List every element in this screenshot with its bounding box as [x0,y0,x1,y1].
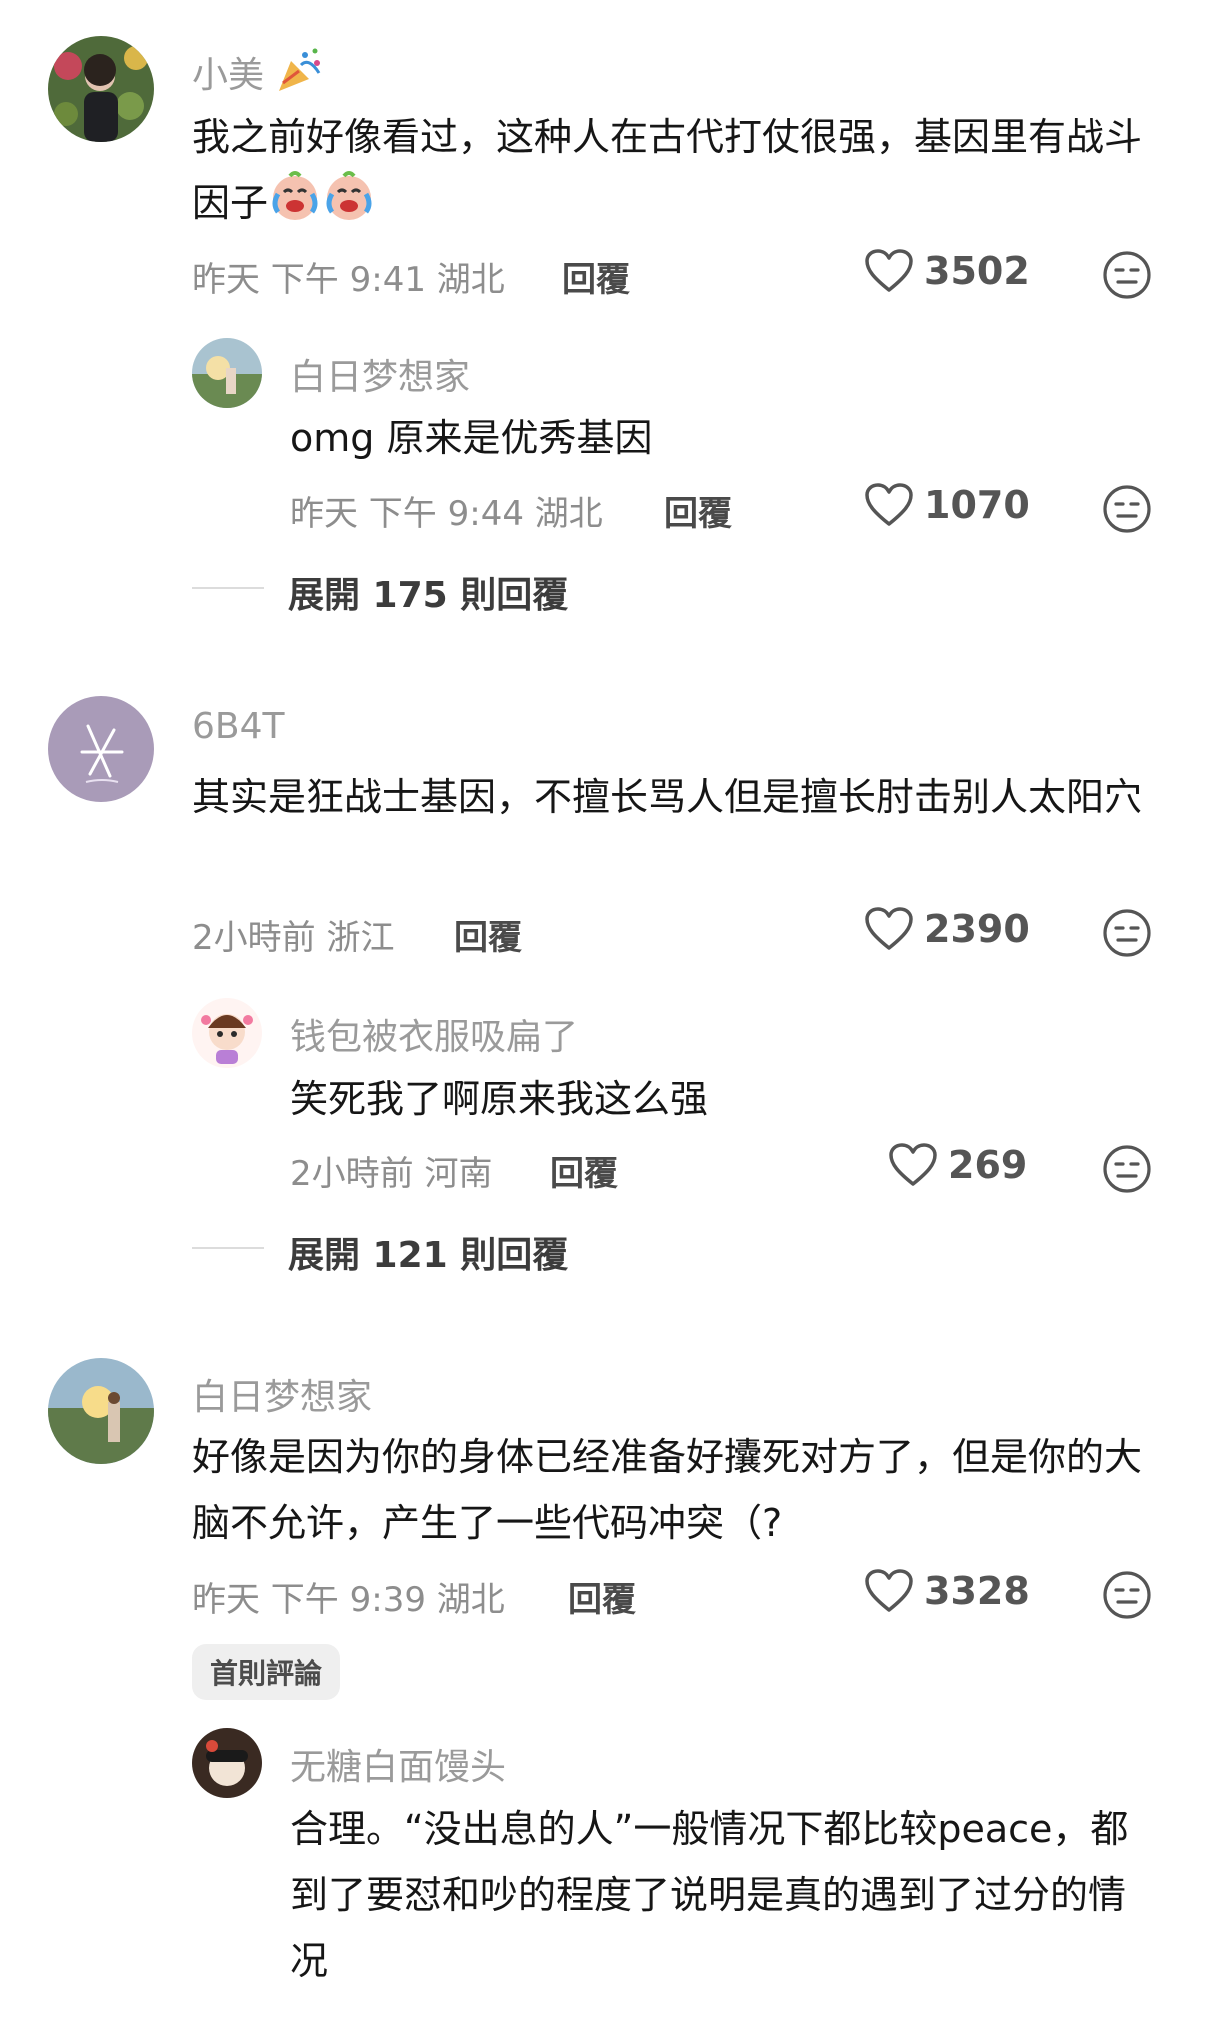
reply-button[interactable]: 回覆 [550,1146,618,1195]
reply-username[interactable]: 无糖白面馒头 [290,1738,506,1790]
like-button[interactable]: 1070 [864,482,1030,528]
reply-text: omg 原来是优秀基因 [290,416,653,460]
like-count: 3328 [924,1569,1030,1613]
reply-username[interactable]: 钱包被衣服吸扁了 [290,1008,578,1060]
crying-laughing-emoji-icon [268,170,322,224]
reply-button[interactable]: 回覆 [664,486,732,535]
reply-meta: 2小時前 河南 [290,1154,493,1194]
reply-avatar[interactable] [192,1728,262,1798]
like-count: 3502 [924,249,1030,293]
expand-divider [192,1247,264,1249]
heart-outline-icon [865,483,913,526]
like-count: 2390 [924,907,1030,951]
neutral-face-icon[interactable] [1102,250,1152,300]
like-count: 1070 [924,483,1030,527]
avatar[interactable] [48,696,154,802]
expand-replies-button[interactable]: 展開 175 則回覆 [288,566,568,618]
comment-username[interactable]: 白日梦想家 [192,1368,372,1420]
crying-laughing-emoji-icon [322,170,376,224]
comment-meta: 昨天 下午 9:41 湖北 [192,260,505,300]
heart-outline-icon [865,249,913,292]
first-comment-badge: 首則評論 [192,1644,341,1700]
neutral-face-icon[interactable] [1102,484,1152,534]
neutral-face-icon[interactable] [1102,908,1152,958]
comment-text: 好像是因为你的身体已经准备好攮死对方了，但是你的大脑不允许，产生了一些代码冲突（… [192,1435,1143,1545]
neutral-face-icon[interactable] [1102,1570,1152,1620]
comment-username[interactable]: 6B4T [192,706,285,747]
avatar[interactable] [48,1358,154,1464]
expand-replies-button[interactable]: 展開 121 則回覆 [288,1226,568,1278]
reply-button[interactable]: 回覆 [454,910,522,959]
comment-username[interactable]: 小美 [192,55,264,96]
like-button[interactable]: 3328 [864,1568,1030,1614]
reply-text: 笑死我了啊原来我这么强 [290,1077,709,1121]
reply-text: 合理。“没出息的人”一般情况下都比较peace，都到了要怼和吵的程度了说明是真的… [290,1807,1129,1983]
reply-username[interactable]: 白日梦想家 [290,348,470,400]
heart-outline-icon [889,1143,937,1186]
heart-outline-icon [865,907,913,950]
reply-button[interactable]: 回覆 [562,252,630,301]
reply-avatar[interactable] [192,998,262,1068]
avatar[interactable] [48,36,154,142]
comment-meta: 2小時前 浙江 [192,918,395,958]
comment-text: 其实是狂战士基因，不擅长骂人但是擅长肘击别人太阳穴 [192,775,1143,819]
like-button[interactable]: 2390 [864,906,1030,952]
like-count: 269 [948,1143,1028,1187]
reply-avatar[interactable] [192,338,262,408]
expand-divider [192,587,264,589]
party-popper-icon [275,47,325,102]
reply-button[interactable]: 回覆 [568,1572,636,1621]
like-button[interactable]: 3502 [864,248,1030,294]
neutral-face-icon[interactable] [1102,1144,1152,1194]
like-button[interactable]: 269 [888,1142,1027,1188]
comment-meta: 昨天 下午 9:39 湖北 [192,1580,505,1620]
heart-outline-icon [865,1569,913,1612]
reply-meta: 昨天 下午 9:44 湖北 [290,494,603,534]
